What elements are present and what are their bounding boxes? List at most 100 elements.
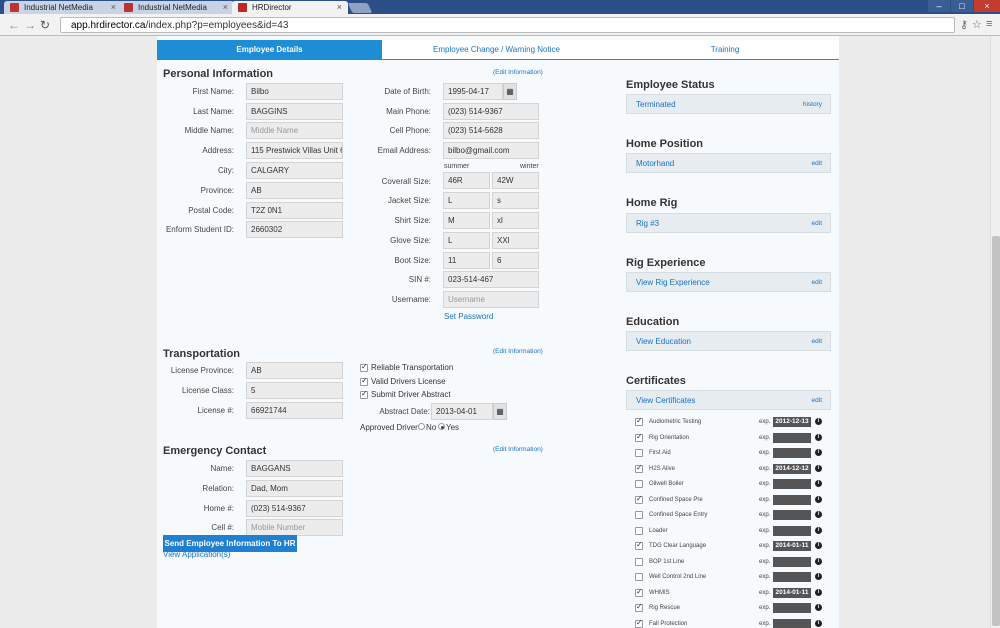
certificate-checkbox[interactable]	[635, 480, 643, 488]
info-icon[interactable]: i	[815, 619, 822, 627]
certificate-checkbox[interactable]	[635, 573, 643, 581]
menu-icon[interactable]: ≡	[986, 18, 992, 30]
send-employee-info-button[interactable]: Send Employee Information To HR	[163, 535, 297, 552]
city-field[interactable]: CALGARY	[246, 162, 343, 179]
certificate-checkbox[interactable]	[635, 557, 643, 566]
approved-no-radio[interactable]	[418, 423, 425, 430]
employee-status-value[interactable]: Terminated	[636, 100, 676, 109]
info-icon[interactable]: i	[815, 542, 822, 549]
certificate-checkbox[interactable]	[635, 511, 643, 519]
address-bar[interactable]: app.hrdirector.ca/index.php?p=employees&…	[60, 17, 955, 33]
license-class-field[interactable]: 5	[246, 382, 343, 399]
abstract-date-field[interactable]: 2013-04-01	[431, 403, 493, 420]
certificate-exp-date[interactable]	[773, 572, 811, 582]
close-icon[interactable]: ×	[111, 2, 116, 12]
info-icon[interactable]: i	[815, 433, 822, 441]
certificate-exp-date[interactable]: 2014-01-11	[773, 587, 811, 598]
key-icon[interactable]: ⚷	[960, 18, 968, 31]
set-password-link[interactable]: Set Password	[444, 312, 493, 321]
info-icon[interactable]: i	[815, 557, 822, 565]
calendar-icon[interactable]: ▦	[493, 403, 507, 420]
browser-tab[interactable]: Industrial NetMedia ×	[4, 1, 122, 14]
tab-training[interactable]: Training	[611, 40, 839, 59]
certificate-exp-date[interactable]: 2014-12-12	[773, 463, 811, 474]
certificate-exp-date[interactable]	[773, 479, 811, 489]
info-icon[interactable]: i	[815, 573, 822, 580]
username-field[interactable]: Username	[443, 291, 539, 308]
certificates-edit-link[interactable]: edit	[812, 397, 822, 404]
home-phone-field[interactable]: (023) 514-9367	[246, 500, 343, 517]
relation-field[interactable]: Dad, Mom	[246, 480, 343, 497]
middle-name-field[interactable]: Middle Name	[246, 122, 343, 139]
address-field[interactable]: 115 Prestwick Villas Unit 6	[246, 142, 343, 159]
certificate-exp-date[interactable]	[773, 510, 811, 520]
approved-yes-radio[interactable]	[438, 423, 445, 430]
home-rig-value[interactable]: Rig #3	[636, 219, 659, 228]
certificate-checkbox[interactable]	[635, 618, 643, 628]
edit-transportation-link[interactable]: (Edit Information)	[493, 348, 543, 355]
info-icon[interactable]: i	[815, 418, 822, 425]
glove-winter-field[interactable]: XXl	[492, 232, 539, 249]
certificate-checkbox[interactable]	[635, 540, 643, 550]
certificate-checkbox[interactable]	[635, 526, 643, 535]
certificate-exp-date[interactable]: 2012-12-13	[773, 417, 811, 427]
tab-employee-change-warning-notice[interactable]: Employee Change / Warning Notice	[382, 40, 611, 59]
main-phone-field[interactable]: (023) 514-9367	[443, 103, 539, 120]
cell-phone-field[interactable]: (023) 514-5628	[443, 122, 539, 139]
window-close-icon[interactable]: ×	[974, 0, 1000, 12]
close-icon[interactable]: ×	[223, 2, 228, 12]
view-education-link[interactable]: View Education	[636, 337, 691, 346]
info-icon[interactable]: i	[815, 464, 822, 472]
maximize-icon[interactable]: □	[951, 0, 973, 12]
province-field[interactable]: AB	[246, 182, 343, 199]
certificate-exp-date[interactable]	[773, 432, 811, 443]
view-certificates-link[interactable]: View Certificates	[636, 396, 695, 405]
rig-experience-edit-link[interactable]: edit	[812, 279, 822, 286]
certificate-exp-date[interactable]: 2014-01-11	[773, 541, 811, 551]
email-field[interactable]: bilbo@gmail.com	[443, 142, 539, 159]
license-number-field[interactable]: 66921744	[246, 402, 343, 419]
postal-code-field[interactable]: T2Z 0N1	[246, 202, 343, 219]
certificate-checkbox[interactable]	[635, 494, 643, 504]
glove-summer-field[interactable]: L	[443, 232, 490, 249]
certificate-exp-date[interactable]	[773, 525, 811, 536]
certificate-exp-date[interactable]	[773, 618, 811, 628]
license-province-field[interactable]: AB	[246, 362, 343, 379]
shirt-summer-field[interactable]: M	[443, 212, 490, 229]
home-position-edit-link[interactable]: edit	[812, 160, 822, 167]
edit-personal-info-link[interactable]: (Edit Information)	[493, 69, 543, 76]
forward-arrow-icon[interactable]: →	[24, 18, 36, 32]
info-icon[interactable]: i	[815, 449, 822, 456]
browser-tab-active[interactable]: HRDirector ×	[232, 1, 348, 14]
jacket-winter-field[interactable]: s	[492, 192, 539, 209]
enform-id-field[interactable]: 2660302	[246, 221, 343, 238]
minimize-icon[interactable]: –	[928, 0, 950, 12]
certificate-checkbox[interactable]	[635, 432, 643, 442]
info-icon[interactable]: i	[815, 588, 822, 596]
close-icon[interactable]: ×	[337, 2, 342, 12]
info-icon[interactable]: i	[815, 511, 822, 518]
browser-tab[interactable]: Industrial NetMedia ×	[118, 1, 234, 14]
certificate-checkbox[interactable]	[635, 449, 643, 457]
sin-field[interactable]: 023-514-467	[443, 271, 539, 288]
info-icon[interactable]: i	[815, 526, 822, 534]
certificate-exp-date[interactable]	[773, 494, 811, 505]
shirt-winter-field[interactable]: xl	[492, 212, 539, 229]
star-icon[interactable]: ☆	[972, 18, 982, 31]
jacket-summer-field[interactable]: L	[443, 192, 490, 209]
first-name-field[interactable]: Bilbo	[246, 83, 343, 100]
last-name-field[interactable]: BAGGINS	[246, 103, 343, 120]
certificate-checkbox[interactable]	[635, 587, 643, 597]
boot-summer-field[interactable]: 11	[443, 252, 490, 269]
emergency-name-field[interactable]: BAGGANS	[246, 460, 343, 477]
tab-employee-details[interactable]: Employee Details	[157, 40, 382, 59]
home-position-value[interactable]: Motorhand	[636, 159, 674, 168]
cell-field[interactable]: Mobile Number	[246, 519, 343, 536]
boot-winter-field[interactable]: 6	[492, 252, 539, 269]
coverall-winter-field[interactable]: 42W	[492, 172, 539, 189]
info-icon[interactable]: i	[815, 480, 822, 487]
calendar-icon[interactable]: ▦	[503, 83, 517, 100]
back-arrow-icon[interactable]: ←	[8, 18, 20, 32]
certificate-exp-date[interactable]	[773, 448, 811, 458]
submit-abstract-checkbox[interactable]	[360, 389, 368, 399]
